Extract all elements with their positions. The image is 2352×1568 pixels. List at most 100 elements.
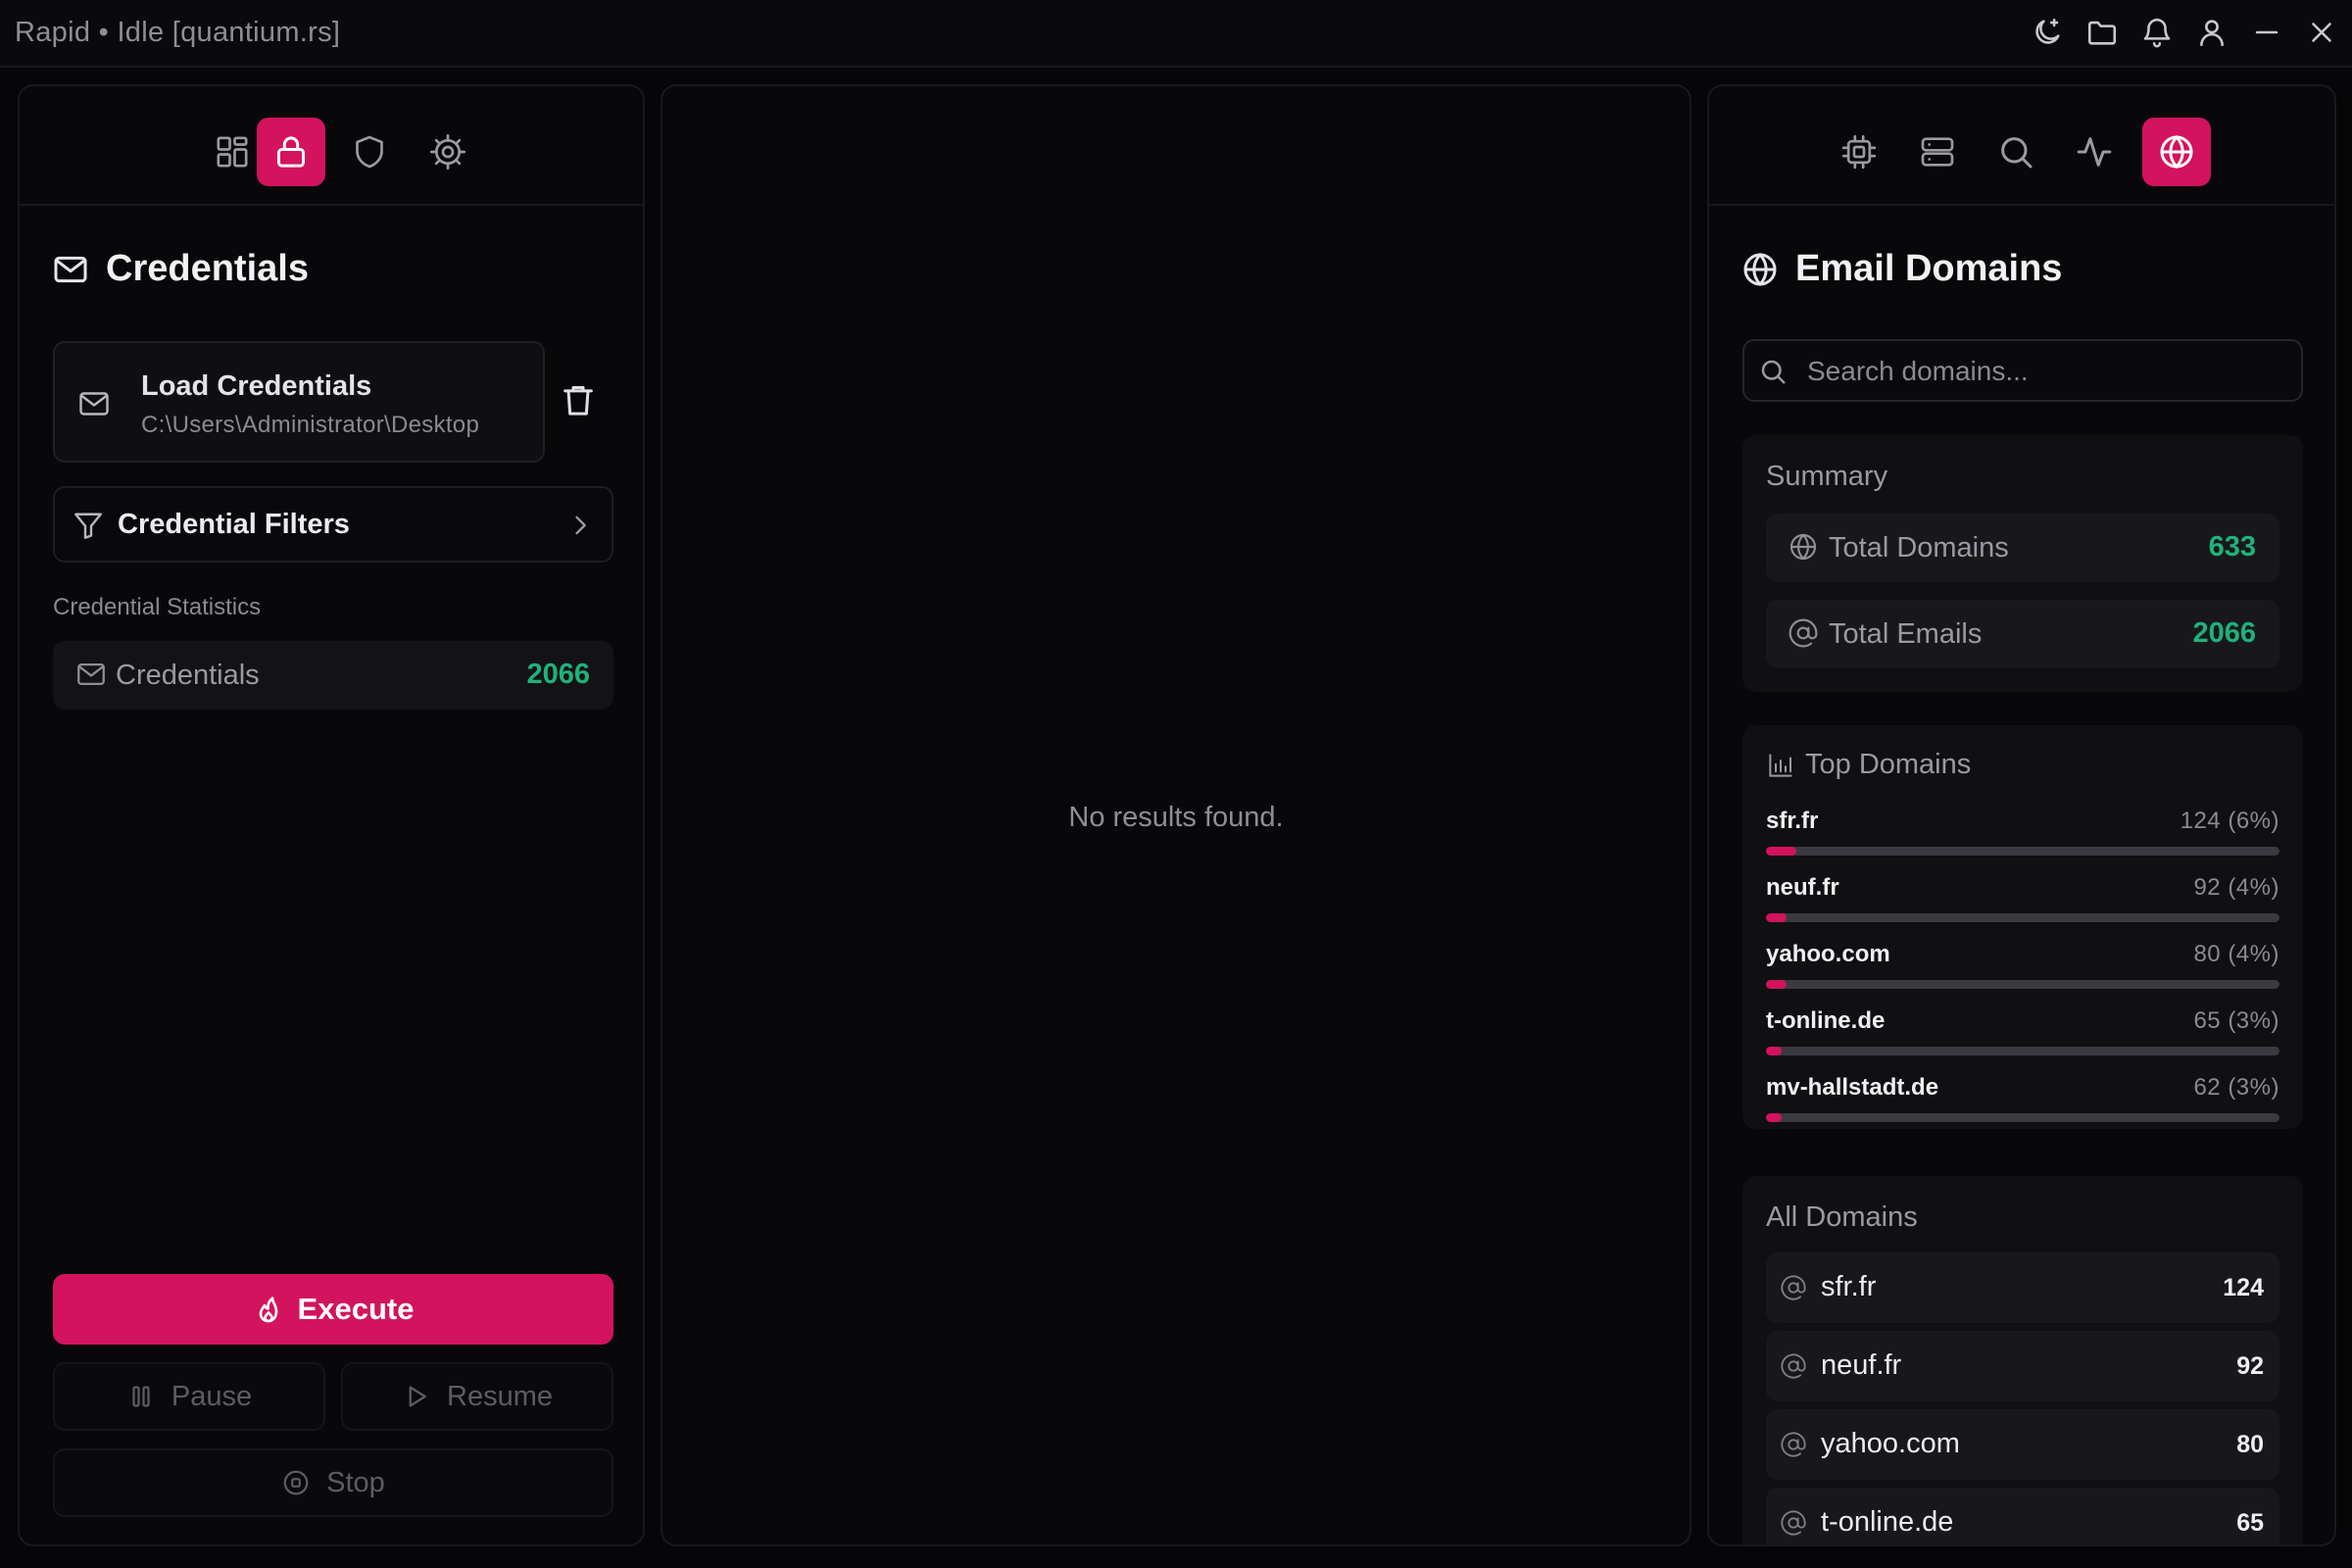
summary-value: 2066 (2192, 617, 2256, 649)
section-title: Credentials (106, 248, 309, 289)
cpu-icon (1841, 134, 1877, 170)
top-domains-card: Top Domains sfr.fr 124 (6%) neuf.fr 92 (… (1742, 725, 2303, 1129)
results-panel: No results found. (661, 84, 1691, 1546)
domain-list-item[interactable]: t-online.de 65 (1766, 1488, 2279, 1544)
user-icon[interactable] (2195, 16, 2229, 49)
chevron-right-icon (566, 512, 594, 539)
domain-name: sfr.fr (1821, 1271, 1877, 1302)
search-icon (2001, 137, 2033, 169)
folder-icon[interactable] (2085, 16, 2119, 49)
close-icon[interactable] (2305, 16, 2338, 49)
domain-count: 92 (2236, 1352, 2264, 1380)
domain-count: 124 (6%) (2180, 808, 2279, 834)
left-tab-bar (20, 86, 643, 206)
mail-icon (54, 256, 87, 282)
top-domain-item: t-online.de 65 (3%) (1766, 1007, 2279, 1066)
load-credentials-title: Load Credentials (141, 370, 372, 402)
theme-moon-icon[interactable] (2031, 16, 2064, 49)
domain-list-item[interactable]: yahoo.com 80 (1766, 1409, 2279, 1480)
bell-icon[interactable] (2140, 16, 2174, 49)
tab-security[interactable] (335, 118, 404, 186)
at-sign-icon (1780, 1431, 1807, 1458)
tab-activity[interactable] (2060, 118, 2129, 186)
credential-statistics-label: Credential Statistics (53, 594, 262, 620)
domain-progress-fill (1766, 1113, 1782, 1122)
resume-button[interactable]: Resume (341, 1362, 613, 1431)
domain-progress-track (1766, 980, 2279, 989)
tab-settings[interactable] (414, 118, 482, 186)
pause-label: Pause (171, 1380, 253, 1412)
top-domains-title: Top Domains (1805, 749, 1972, 780)
execute-button[interactable]: Execute (53, 1274, 613, 1345)
domain-list-item[interactable]: neuf.fr 92 (1766, 1331, 2279, 1401)
domain-name: neuf.fr (1766, 874, 1839, 901)
pause-button[interactable]: Pause (53, 1362, 325, 1431)
globe-icon (1788, 531, 1819, 563)
minimize-icon[interactable] (2250, 16, 2283, 49)
domain-progress-track (1766, 1113, 2279, 1122)
pause-icon (132, 1386, 150, 1407)
at-sign-icon (1780, 1274, 1807, 1301)
globe-icon (2160, 134, 2193, 170)
play-icon (409, 1386, 426, 1407)
top-domains-header: Top Domains (1766, 749, 1971, 781)
stat-value: 2066 (526, 659, 590, 690)
all-domains-title: All Domains (1766, 1201, 1918, 1233)
summary-card: Summary Total Domains 633 Total Emails 2… (1742, 435, 2303, 692)
empty-state-text: No results found. (1068, 802, 1284, 833)
domain-name: t-online.de (1766, 1007, 1886, 1034)
stat-label: Credentials (116, 660, 260, 691)
domain-progress-track (1766, 1047, 2279, 1055)
domain-progress-fill (1766, 847, 1797, 856)
domain-list-item[interactable]: sfr.fr 124 (1766, 1252, 2279, 1323)
credential-filters-toggle[interactable]: Credential Filters (53, 486, 613, 563)
domain-count: 65 (3%) (2193, 1007, 2279, 1034)
tab-server[interactable] (1903, 118, 1972, 186)
shield-icon (356, 135, 383, 169)
section-title: Email Domains (1795, 248, 2063, 289)
all-domains-card: All Domains sfr.fr 124 neuf.fr 92 yahoo.… (1742, 1176, 2303, 1544)
domain-name: yahoo.com (1766, 941, 1890, 967)
domain-progress-fill (1766, 980, 1787, 989)
tab-email-domains[interactable] (2142, 118, 2211, 186)
email-domains-header: Email Domains (1740, 248, 2062, 290)
filter-icon (71, 508, 106, 543)
credentials-count-row: Credentials 2066 (53, 641, 613, 710)
mail-icon (76, 386, 112, 421)
domain-count: 80 (4%) (2193, 941, 2279, 967)
domain-count: 124 (2223, 1274, 2264, 1301)
stop-label: Stop (326, 1466, 385, 1498)
stop-icon (283, 1470, 309, 1495)
stop-button[interactable]: Stop (53, 1448, 613, 1517)
domain-count: 65 (2236, 1509, 2264, 1537)
at-sign-icon (1780, 1352, 1807, 1380)
trash-icon[interactable] (559, 380, 598, 419)
bar-chart-icon (1769, 753, 1792, 777)
right-tab-bar (1709, 86, 2334, 206)
domain-count: 92 (4%) (2193, 874, 2279, 901)
search-input[interactable] (1807, 353, 2278, 390)
server-icon (1921, 137, 1954, 167)
top-domain-item: neuf.fr 92 (4%) (1766, 874, 2279, 933)
load-credentials-path: C:\Users\Administrator\Desktop (141, 412, 480, 438)
domain-count: 62 (3%) (2193, 1074, 2279, 1101)
email-domains-panel: Email Domains Summary Total Domains 633 … (1707, 84, 2336, 1546)
load-credentials-button[interactable]: Load Credentials C:\Users\Administrator\… (53, 341, 545, 463)
mail-icon (74, 658, 108, 691)
domain-progress-track (1766, 847, 2279, 856)
window-controls (2031, 16, 2338, 49)
tab-search[interactable] (1982, 118, 2050, 186)
title-bar: Rapid • Idle [quantium.rs] (0, 0, 2352, 68)
domain-search[interactable] (1742, 339, 2303, 402)
credentials-panel: Credentials Load Credentials C:\Users\Ad… (18, 84, 645, 1546)
at-sign-icon (1788, 617, 1819, 649)
domain-count: 80 (2236, 1431, 2264, 1458)
at-sign-icon (1780, 1509, 1807, 1537)
tab-cpu[interactable] (1825, 118, 1893, 186)
domain-name: yahoo.com (1821, 1428, 1960, 1459)
tab-credentials[interactable] (257, 118, 325, 186)
summary-label: Total Domains (1829, 532, 2009, 564)
execute-label: Execute (297, 1292, 415, 1326)
credential-filters-label: Credential Filters (118, 509, 350, 540)
summary-label: Total Emails (1829, 618, 1983, 650)
